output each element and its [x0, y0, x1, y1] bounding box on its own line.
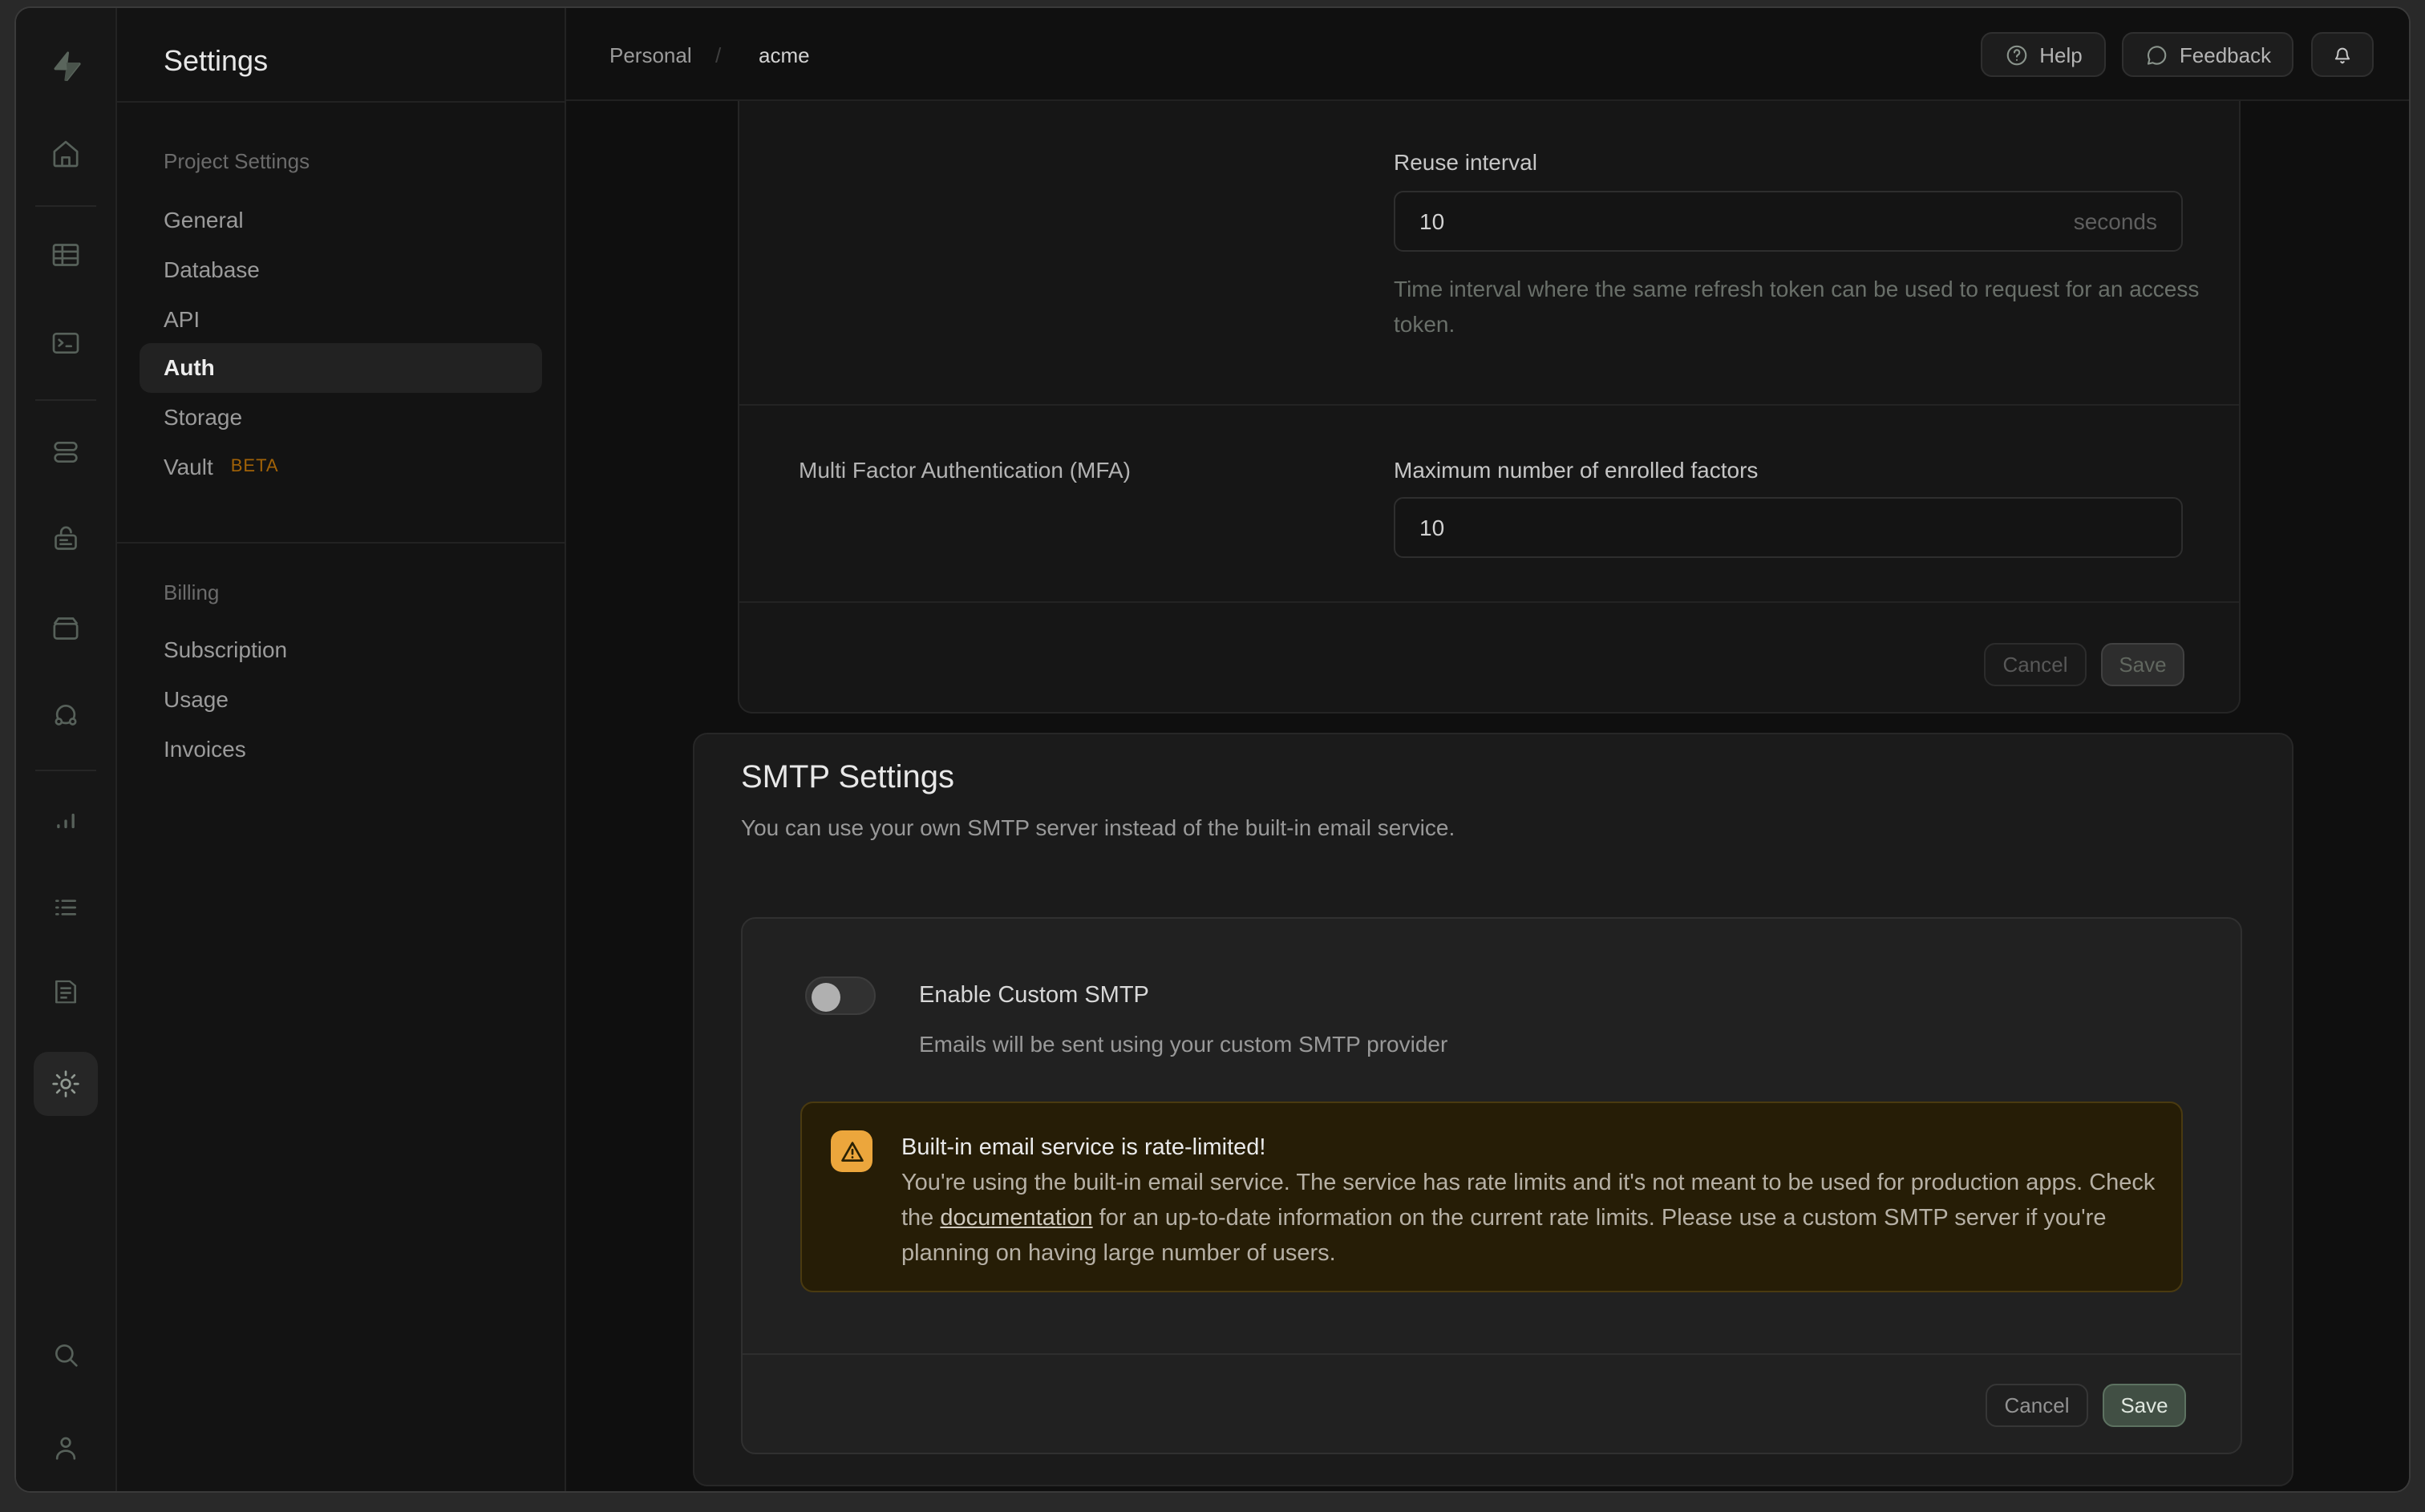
- reuse-interval-label: Reuse interval: [1394, 149, 1537, 175]
- reuse-interval-unit: seconds: [2074, 208, 2157, 234]
- row-divider: [739, 404, 2239, 406]
- settings-sidebar: Settings Project Settings General Databa…: [117, 8, 566, 1491]
- content-area: Reuse interval seconds Time interval whe…: [566, 101, 2409, 1491]
- smtp-subtitle: You can use your own SMTP server instead…: [741, 815, 1455, 840]
- project-settings-list: General Database API Auth Storage Vault …: [140, 196, 542, 491]
- feedback-button[interactable]: Feedback: [2122, 32, 2293, 77]
- logs-icon[interactable]: [34, 875, 98, 940]
- auth-save-button[interactable]: Save: [2101, 643, 2184, 686]
- sidebar-header-divider: [117, 101, 565, 103]
- smtp-title: SMTP Settings: [741, 760, 954, 797]
- rail-divider: [35, 770, 96, 771]
- mfa-section-label: Multi Factor Authentication (MFA): [799, 457, 1131, 483]
- sidebar-item-subscription[interactable]: Subscription: [140, 625, 542, 674]
- documentation-link[interactable]: documentation: [940, 1206, 1092, 1231]
- rail-divider: [35, 205, 96, 207]
- rail-divider: [35, 399, 96, 401]
- search-icon[interactable]: [34, 1323, 98, 1387]
- enable-smtp-label: Enable Custom SMTP: [919, 983, 1149, 1009]
- smtp-card: Enable Custom SMTP Emails will be sent u…: [741, 917, 2242, 1454]
- enable-smtp-help: Emails will be sent using your custom SM…: [919, 1031, 1447, 1057]
- reports-icon[interactable]: [34, 789, 98, 853]
- app-window: Settings Project Settings General Databa…: [14, 6, 2411, 1493]
- reuse-interval-input[interactable]: [1395, 192, 2181, 250]
- chat-bubble-icon: [2144, 42, 2168, 67]
- smtp-settings-panel: SMTP Settings You can use your own SMTP …: [693, 733, 2293, 1486]
- sidebar-item-usage[interactable]: Usage: [140, 674, 542, 723]
- breadcrumb-org[interactable]: Personal: [609, 8, 692, 101]
- enable-smtp-toggle[interactable]: [805, 976, 876, 1015]
- reuse-interval-help: Time interval where the same refresh tok…: [1394, 271, 2204, 342]
- footer-divider: [739, 601, 2239, 603]
- home-icon[interactable]: [34, 122, 98, 186]
- top-header: Personal / acme Help Feedback: [566, 8, 2409, 101]
- auth-cancel-button[interactable]: Cancel: [1984, 643, 2087, 686]
- sidebar-item-storage[interactable]: Storage: [140, 393, 542, 442]
- sidebar-item-database[interactable]: Database: [140, 245, 542, 293]
- mfa-field-label: Maximum number of enrolled factors: [1394, 457, 1758, 483]
- sidebar-item-api[interactable]: API: [140, 294, 542, 343]
- api-docs-icon[interactable]: [34, 959, 98, 1023]
- bell-icon: [2330, 42, 2354, 67]
- billing-list: Subscription Usage Invoices: [140, 625, 542, 773]
- sidebar-item-general[interactable]: General: [140, 196, 542, 245]
- help-circle-icon: [2004, 42, 2028, 67]
- toggle-knob: [812, 982, 840, 1011]
- sql-editor-icon[interactable]: [34, 311, 98, 375]
- warning-triangle-icon: [831, 1130, 872, 1172]
- sidebar-item-auth[interactable]: Auth: [140, 343, 542, 392]
- sidebar-section-divider: [117, 542, 565, 544]
- breadcrumb-separator: /: [715, 8, 721, 101]
- table-editor-icon[interactable]: [34, 223, 98, 287]
- settings-icon[interactable]: [34, 1052, 98, 1116]
- profile-icon[interactable]: [34, 1416, 98, 1480]
- warning-title: Built-in email service is rate-limited!: [901, 1130, 2176, 1166]
- beta-badge: BETA: [231, 457, 279, 476]
- section-label-billing: Billing: [164, 580, 219, 604]
- section-label-project-settings: Project Settings: [164, 149, 310, 173]
- warning-text: Built-in email service is rate-limited! …: [901, 1130, 2176, 1271]
- icon-rail: [16, 8, 117, 1491]
- notifications-button[interactable]: [2311, 32, 2374, 77]
- smtp-cancel-button[interactable]: Cancel: [1986, 1384, 2088, 1427]
- rate-limit-warning: Built-in email service is rate-limited! …: [800, 1102, 2183, 1292]
- auth-icon[interactable]: [34, 507, 98, 571]
- auth-settings-card: Reuse interval seconds Time interval whe…: [738, 101, 2241, 714]
- smtp-footer-divider: [743, 1353, 2241, 1355]
- help-button[interactable]: Help: [1981, 32, 2106, 77]
- mfa-input-box: [1394, 497, 2183, 558]
- supabase-logo-icon[interactable]: [47, 47, 85, 94]
- smtp-save-button[interactable]: Save: [2103, 1384, 2186, 1427]
- edge-functions-icon[interactable]: [34, 683, 98, 747]
- reuse-interval-input-box: seconds: [1394, 191, 2183, 252]
- warning-body: You're using the built-in email service.…: [901, 1166, 2176, 1271]
- sidebar-item-invoices[interactable]: Invoices: [140, 724, 542, 773]
- mfa-max-factors-input[interactable]: [1395, 499, 2181, 556]
- breadcrumb-project[interactable]: acme: [759, 8, 810, 101]
- sidebar-item-vault[interactable]: Vault BETA: [140, 442, 542, 491]
- page-title: Settings: [164, 45, 268, 79]
- storage-icon[interactable]: [34, 596, 98, 661]
- database-icon[interactable]: [34, 420, 98, 484]
